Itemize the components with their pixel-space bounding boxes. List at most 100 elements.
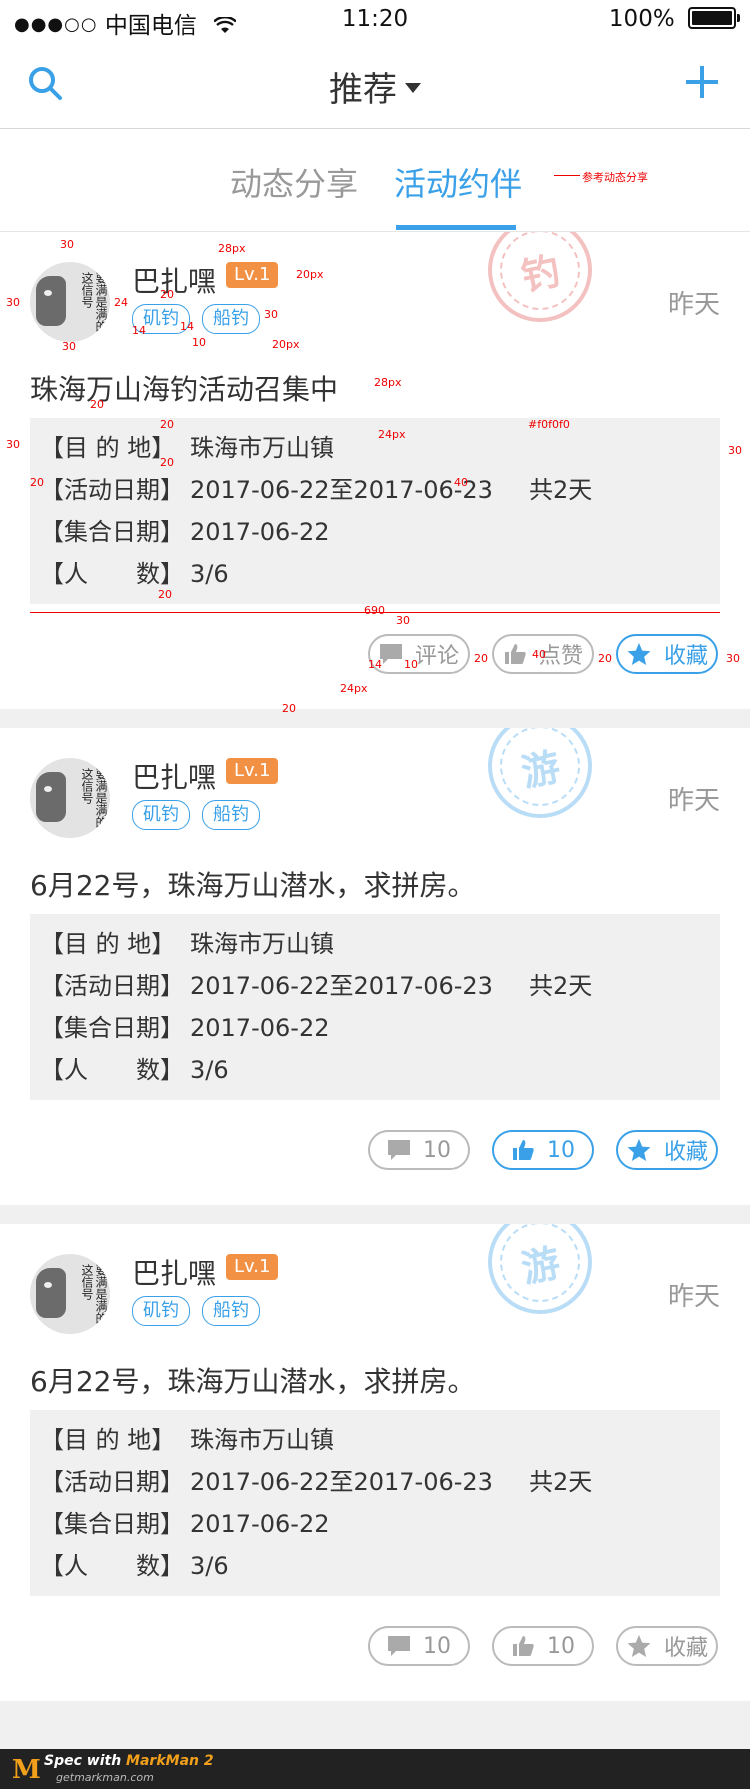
tag: 矶钓 [132, 1296, 190, 1326]
comment-label: 评论 [414, 644, 459, 669]
comment-icon [388, 1636, 410, 1656]
favorite-label: 收藏 [663, 1636, 708, 1661]
favorite-label: 收藏 [663, 1140, 708, 1165]
tag: 矶钓 [132, 800, 190, 830]
info-row-meet-date: 【集合日期】 2017-06-22 [40, 1016, 329, 1040]
footer-spec: Spec with MarkMan 2 [44, 1753, 214, 1769]
info-key: 【目 的 地】 [40, 930, 176, 958]
post-title[interactable]: 6月22号，珠海万山潜水，求拼房。 [30, 1360, 475, 1400]
info-key: 【目 的 地】 [40, 1426, 176, 1454]
comment-button[interactable]: 10 [368, 1130, 470, 1170]
activity-info-box: 【目 的 地】 珠海市万山镇 【活动日期】 2017-06-22至2017-06-2… [30, 418, 720, 604]
username[interactable]: 巴扎嘿 [132, 756, 216, 796]
info-value: 2017-06-22 [190, 518, 330, 546]
avatar[interactable]: 要满是满的这信号 [30, 262, 110, 342]
tag: 船钓 [202, 800, 260, 830]
info-key: 【集合日期】 [40, 1510, 184, 1538]
info-row-destination: 【目 的 地】 珠海市万山镇 [40, 932, 334, 956]
comment-icon [379, 644, 402, 664]
like-label: 点赞 [538, 644, 583, 669]
info-key: 【人 数】 [40, 560, 184, 588]
like-button[interactable]: 10 [492, 1626, 594, 1666]
post-time: 昨天 [667, 786, 720, 816]
nav-bar: 推荐 [0, 40, 750, 129]
info-value: 3/6 [190, 1552, 229, 1580]
username[interactable]: 巴扎嘿 [132, 260, 216, 300]
info-key: 【活动日期】 [40, 972, 184, 1000]
info-key: 【集合日期】 [40, 1014, 184, 1042]
action-bar: 评论 点赞 收藏 [0, 634, 750, 674]
markman-footer: M Spec with MarkMan 2 getmarkman.com [0, 1749, 750, 1789]
info-row-people: 【人 数】 3/6 [40, 1058, 229, 1082]
post-time: 昨天 [667, 1282, 720, 1312]
markman-logo-icon: M [12, 1755, 41, 1785]
stamp-icon: 钓 [478, 232, 602, 332]
info-key: 【目 的 地】 [40, 434, 176, 462]
username[interactable]: 巴扎嘿 [132, 1252, 216, 1292]
stamp-icon: 游 [478, 1224, 602, 1324]
page-title: 推荐 [329, 70, 397, 110]
stamp-icon: 游 [478, 728, 602, 828]
info-key: 【活动日期】 [40, 476, 184, 504]
info-row-activity-date: 【活动日期】 2017-06-22至2017-06-23 共2天 [40, 1470, 592, 1494]
info-value: 3/6 [190, 560, 229, 588]
add-icon[interactable] [684, 64, 720, 100]
level-badge: Lv.1 [226, 262, 279, 288]
action-bar: 10 10 收藏 [0, 1626, 750, 1666]
level-badge: Lv.1 [226, 758, 279, 784]
info-value: 2017-06-22至2017-06-23 [190, 476, 493, 504]
info-value: 2017-06-22 [190, 1510, 330, 1538]
footer-brand: MarkMan 2 [126, 1753, 214, 1769]
post-time: 昨天 [667, 290, 720, 320]
tab-activity-partner[interactable]: 活动约伴 [394, 159, 522, 205]
avatar[interactable]: 要满是满的这信号 [30, 758, 110, 838]
tab-dynamic-share[interactable]: 动态分享 [230, 159, 358, 205]
like-button[interactable]: 点赞 [492, 634, 594, 674]
favorite-button[interactable]: 收藏 [616, 1130, 718, 1170]
level-badge: Lv.1 [226, 1254, 279, 1280]
status-right: 100% [608, 6, 740, 32]
star-icon [627, 643, 651, 665]
comment-icon [388, 1140, 410, 1160]
tab-bar: 动态分享 活动约伴 参考动态分享 [0, 129, 750, 232]
thumbs-up-icon [513, 1140, 534, 1160]
tag: 船钓 [202, 304, 260, 334]
info-value: 2017-06-22 [190, 1014, 330, 1042]
page-title-dropdown[interactable]: 推荐 [0, 62, 750, 111]
thumbs-up-icon [513, 1636, 534, 1656]
post-title[interactable]: 珠海万山海钓活动召集中 [30, 368, 338, 408]
like-label: 10 [547, 1137, 575, 1163]
tag: 船钓 [202, 1296, 260, 1326]
activity-card[interactable]: 游 要满是满的这信号 巴扎嘿 Lv.1 矶钓 船钓 昨天 6月22号，珠海万山潜… [0, 1224, 750, 1701]
footer-url: getmarkman.com [56, 1771, 154, 1784]
comment-button[interactable]: 10 [368, 1626, 470, 1666]
info-row-destination: 【目 的 地】 珠海市万山镇 [40, 436, 334, 460]
info-value: 2017-06-22至2017-06-23 [190, 1468, 493, 1496]
star-icon [627, 1139, 651, 1161]
avatar[interactable]: 要满是满的这信号 [30, 1254, 110, 1334]
activity-info-box: 【目 的 地】 珠海市万山镇 【活动日期】 2017-06-22至2017-06-2… [30, 914, 720, 1100]
comment-label: 10 [423, 1633, 451, 1659]
favorite-button[interactable]: 收藏 [616, 634, 718, 674]
info-row-people: 【人 数】 3/6 [40, 1554, 229, 1578]
like-label: 10 [547, 1633, 575, 1659]
action-bar: 10 10 收藏 [0, 1130, 750, 1170]
comment-button[interactable]: 评论 [368, 634, 470, 674]
info-value: 3/6 [190, 1056, 229, 1084]
activity-card[interactable]: 钓 要满是满的这信号 巴扎嘿 Lv.1 矶钓 船钓 昨天 珠海万山海钓活动召集中… [0, 232, 750, 709]
comment-label: 10 [423, 1137, 451, 1163]
status-bar: ●●●○○ 中国电信 11:20 100% [0, 0, 750, 40]
battery-icon [688, 7, 740, 29]
activity-card[interactable]: 游 要满是满的这信号 巴扎嘿 Lv.1 矶钓 船钓 昨天 6月22号，珠海万山潜… [0, 728, 750, 1205]
info-row-destination: 【目 的 地】 珠海市万山镇 [40, 1428, 334, 1452]
info-value: 珠海市万山镇 [190, 930, 334, 958]
like-button[interactable]: 10 [492, 1130, 594, 1170]
info-key: 【活动日期】 [40, 1468, 184, 1496]
post-title[interactable]: 6月22号，珠海万山潜水，求拼房。 [30, 864, 475, 904]
info-value: 珠海市万山镇 [190, 434, 334, 462]
battery-percent: 100% [608, 6, 675, 32]
info-value: 2017-06-22至2017-06-23 [190, 972, 493, 1000]
favorite-button[interactable]: 收藏 [616, 1626, 718, 1666]
info-value: 珠海市万山镇 [190, 1426, 334, 1454]
tab-active-indicator [396, 225, 516, 230]
